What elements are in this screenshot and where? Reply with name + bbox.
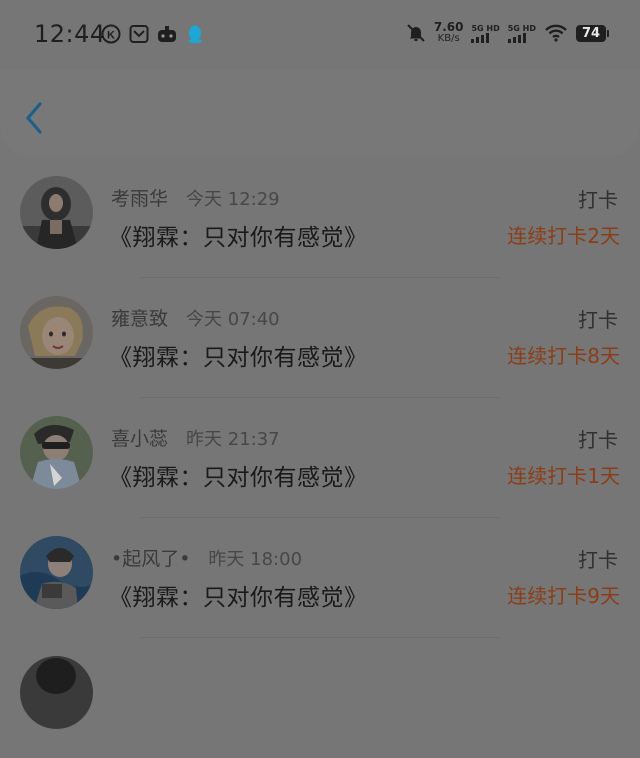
timestamp: 今天 12:29 — [186, 189, 280, 210]
list-item[interactable]: 考雨华 今天 12:29 《翔霖：只对你有感觉》 打卡 连续打卡2天 — [0, 158, 640, 278]
network-speed-value: 7.60 — [433, 20, 464, 34]
checkin-tag: 打卡 — [578, 188, 618, 212]
signal-icon: 5G HD — [471, 23, 500, 43]
timestamp: 今天 07:40 — [186, 309, 280, 330]
battery-icon: 74 — [576, 24, 609, 42]
username[interactable]: 雍意致 — [111, 304, 168, 331]
song-title[interactable]: 《翔霖：只对你有感觉》 — [109, 458, 368, 492]
list-item-partial[interactable] — [0, 638, 640, 758]
avatar[interactable] — [20, 176, 93, 249]
status-time: 12:44 — [34, 20, 106, 48]
chevron-left-icon — [26, 102, 42, 134]
streak-badge: 连续打卡1天 — [507, 464, 620, 488]
list-item[interactable]: 喜小蕊 昨天 21:37 《翔霖：只对你有感觉》 打卡 连续打卡1天 — [0, 398, 640, 518]
wifi-icon — [544, 23, 568, 43]
back-button[interactable] — [20, 98, 50, 138]
username[interactable]: 考雨华 — [111, 184, 168, 211]
username[interactable]: •起风了• — [111, 544, 190, 571]
song-title[interactable]: 《翔霖：只对你有感觉》 — [109, 338, 368, 372]
signal-label: 5G HD — [507, 23, 536, 33]
checkin-list: 考雨华 今天 12:29 《翔霖：只对你有感觉》 打卡 连续打卡2天 雍意致 今… — [0, 158, 640, 758]
battery-level: 74 — [581, 25, 601, 41]
streak-badge: 连续打卡2天 — [507, 224, 620, 248]
checkin-tag: 打卡 — [578, 308, 618, 332]
checkin-tag: 打卡 — [578, 428, 618, 452]
status-notification-icons: K — [101, 24, 205, 44]
game-icon — [157, 24, 177, 44]
network-speed-unit: KB/s — [437, 33, 460, 44]
streak-badge: 连续打卡9天 — [507, 584, 620, 608]
status-system-icons: 7.60 KB/s 5G HD 5G HD 74 — [406, 21, 609, 45]
status-bar: 12:44 K 7.60 KB/s 5G HD 5G HD 74 — [0, 0, 640, 70]
avatar[interactable] — [20, 296, 93, 369]
network-speed: 7.60 KB/s — [434, 21, 464, 45]
qq-penguin-icon — [185, 24, 205, 44]
signal-icon: 5G HD — [507, 23, 536, 43]
username[interactable]: 喜小蕊 — [111, 424, 168, 451]
timestamp: 昨天 21:37 — [186, 429, 280, 450]
signal-label: 5G HD — [471, 23, 500, 33]
nav-bar — [0, 70, 640, 156]
k-circle-icon: K — [101, 24, 121, 44]
song-title[interactable]: 《翔霖：只对你有感觉》 — [109, 218, 368, 252]
timestamp: 昨天 18:00 — [208, 549, 303, 570]
song-title[interactable]: 《翔霖：只对你有感觉》 — [109, 578, 368, 612]
app-badge-icon — [129, 24, 149, 44]
avatar[interactable] — [20, 536, 93, 609]
avatar[interactable] — [20, 416, 93, 489]
checkin-tag: 打卡 — [578, 548, 618, 572]
streak-badge: 连续打卡8天 — [507, 344, 620, 368]
mute-bell-icon — [406, 23, 426, 43]
list-item[interactable]: 雍意致 今天 07:40 《翔霖：只对你有感觉》 打卡 连续打卡8天 — [0, 278, 640, 398]
list-item[interactable]: •起风了• 昨天 18:00 《翔霖：只对你有感觉》 打卡 连续打卡9天 — [0, 518, 640, 638]
svg-text:K: K — [107, 30, 115, 42]
